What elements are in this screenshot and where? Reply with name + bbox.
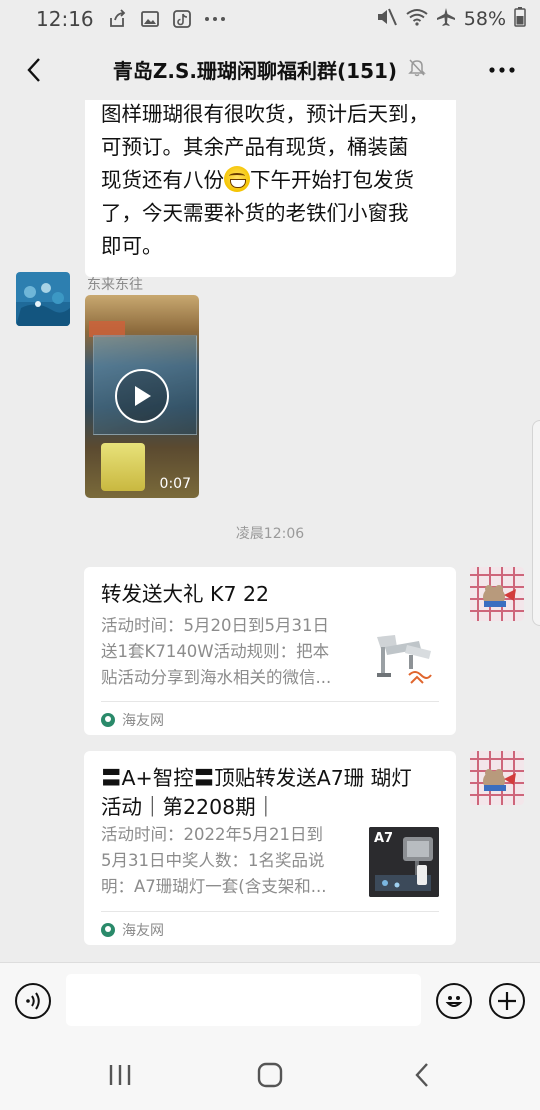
thumbnail-label: A7: [374, 831, 394, 846]
grin-emoji-icon: [224, 166, 250, 192]
play-button[interactable]: [115, 369, 169, 423]
video-duration: 0:07: [159, 476, 191, 492]
status-time: 12:16: [36, 7, 94, 31]
sender-avatar[interactable]: [470, 567, 524, 621]
bell-off-icon: [407, 57, 427, 82]
status-bar: 12:16 58%: [0, 0, 540, 38]
plus-button[interactable]: [489, 983, 525, 1019]
plus-icon: [498, 992, 516, 1010]
card-desc-line: 贴活动分享到海水相关的微信...: [101, 668, 332, 687]
tiktok-icon: [172, 9, 192, 29]
card-source: 海友网: [101, 920, 164, 940]
card-description: 活动时间：5月20日到5月31日 送1套K7140W活动规则：把本 贴活动分享到…: [101, 613, 351, 691]
source-name: 海友网: [122, 713, 164, 729]
message-text: 现货还有八份: [101, 168, 224, 192]
card-divider: [101, 911, 439, 912]
voice-icon: [26, 992, 40, 1010]
home-button[interactable]: [250, 1060, 290, 1090]
card-source: 海友网: [101, 710, 164, 730]
sender-avatar[interactable]: [16, 272, 70, 326]
link-card[interactable]: 〓A+智控〓顶贴转发送A7珊 瑚灯 活动｜第2208期｜ 活动时间：2022年5…: [84, 751, 456, 945]
mute-icon: [376, 7, 398, 32]
sender-avatar[interactable]: [470, 751, 524, 805]
timestamp-divider: 凌晨12:06: [235, 526, 305, 542]
sender-name: 东来东往: [87, 277, 143, 293]
link-card[interactable]: 转发送大礼 K7 22 活动时间：5月20日到5月31日 送1套K7140W活动…: [84, 567, 456, 735]
message-line: 了，今天需要补货的老铁们小窗我: [101, 201, 409, 225]
card-desc-line: 活动时间：5月20日到5月31日: [101, 616, 329, 635]
card-desc-line: 明：A7珊瑚灯一套(含支架和...: [101, 877, 327, 896]
card-divider: [101, 701, 439, 702]
system-navigation-bar: [0, 1040, 540, 1110]
emoji-icon: [445, 996, 463, 1007]
image-icon: [140, 9, 160, 29]
card-title: 转发送大礼 K7 22: [101, 582, 270, 606]
back-arrow-icon: [27, 58, 40, 82]
card-title: 〓A+智控〓顶贴转发送A7珊 瑚灯 活动｜第2208期｜: [101, 764, 441, 822]
card-title-line: 活动｜第2208期｜: [101, 795, 277, 819]
chat-title: 青岛Z.S.珊瑚闲聊福利群(151): [113, 55, 427, 84]
card-description: 活动时间：2022年5月21日到 5月31日中奖人数：1名奖品说 明：A7珊瑚灯…: [101, 822, 351, 900]
message-line: 现货还有八份 下午开始打包发货: [101, 164, 440, 197]
system-back-icon: [415, 1063, 428, 1087]
message-input[interactable]: [66, 974, 421, 1026]
battery-icon: [514, 6, 526, 32]
recents-icon: [109, 1065, 131, 1085]
video-scene: [101, 443, 145, 491]
text-message-bubble[interactable]: 图样珊瑚很有很吹货，预计后天到， 可预订。其余产品有现货，桶装菌 现货还有八份 下…: [85, 100, 456, 277]
card-desc-line: 活动时间：2022年5月21日到: [101, 825, 323, 844]
card-thumbnail: [369, 625, 439, 695]
chat-header: 青岛Z.S.珊瑚闲聊福利群(151): [0, 38, 540, 100]
message-line: 可预订。其余产品有现货，桶装菌: [101, 135, 409, 159]
input-bar: [0, 962, 540, 1040]
message-text: 下午开始打包发货: [250, 168, 414, 192]
back-button[interactable]: [14, 50, 54, 90]
play-icon: [135, 386, 151, 406]
home-icon: [257, 1062, 283, 1088]
emoji-button[interactable]: [436, 983, 472, 1019]
voice-button[interactable]: [15, 983, 51, 1019]
more-options-button[interactable]: [482, 50, 522, 90]
chat-messages[interactable]: 图样珊瑚很有很吹货，预计后天到， 可预订。其余产品有现货，桶装菌 现货还有八份 下…: [0, 100, 540, 962]
card-title-line: 〓A+智控〓顶贴转发送A7珊 瑚灯: [101, 766, 412, 790]
wifi-icon: [406, 8, 428, 31]
message-line: 即可。: [101, 234, 163, 258]
system-back-button[interactable]: [402, 1060, 442, 1090]
share-icon: [108, 9, 128, 29]
source-name: 海友网: [122, 923, 164, 939]
card-desc-line: 5月31日中奖人数：1名奖品说: [101, 851, 325, 870]
card-thumbnail: A7: [369, 827, 439, 897]
airplane-icon: [436, 7, 456, 32]
card-desc-line: 送1套K7140W活动规则：把本: [101, 642, 330, 661]
battery-percent: 58%: [463, 8, 506, 30]
source-logo-icon: [101, 923, 115, 937]
message-line: 图样珊瑚很有很吹货，预计后天到，: [101, 102, 429, 126]
video-message[interactable]: 0:07: [85, 295, 199, 498]
source-logo-icon: [101, 713, 115, 727]
more-icon: [489, 67, 515, 73]
group-name: 青岛Z.S.珊瑚闲聊福利群(151): [112, 58, 398, 83]
recent-apps-button[interactable]: [100, 1060, 140, 1090]
more-dots-icon: [204, 16, 226, 22]
side-panel-handle[interactable]: [532, 420, 540, 626]
